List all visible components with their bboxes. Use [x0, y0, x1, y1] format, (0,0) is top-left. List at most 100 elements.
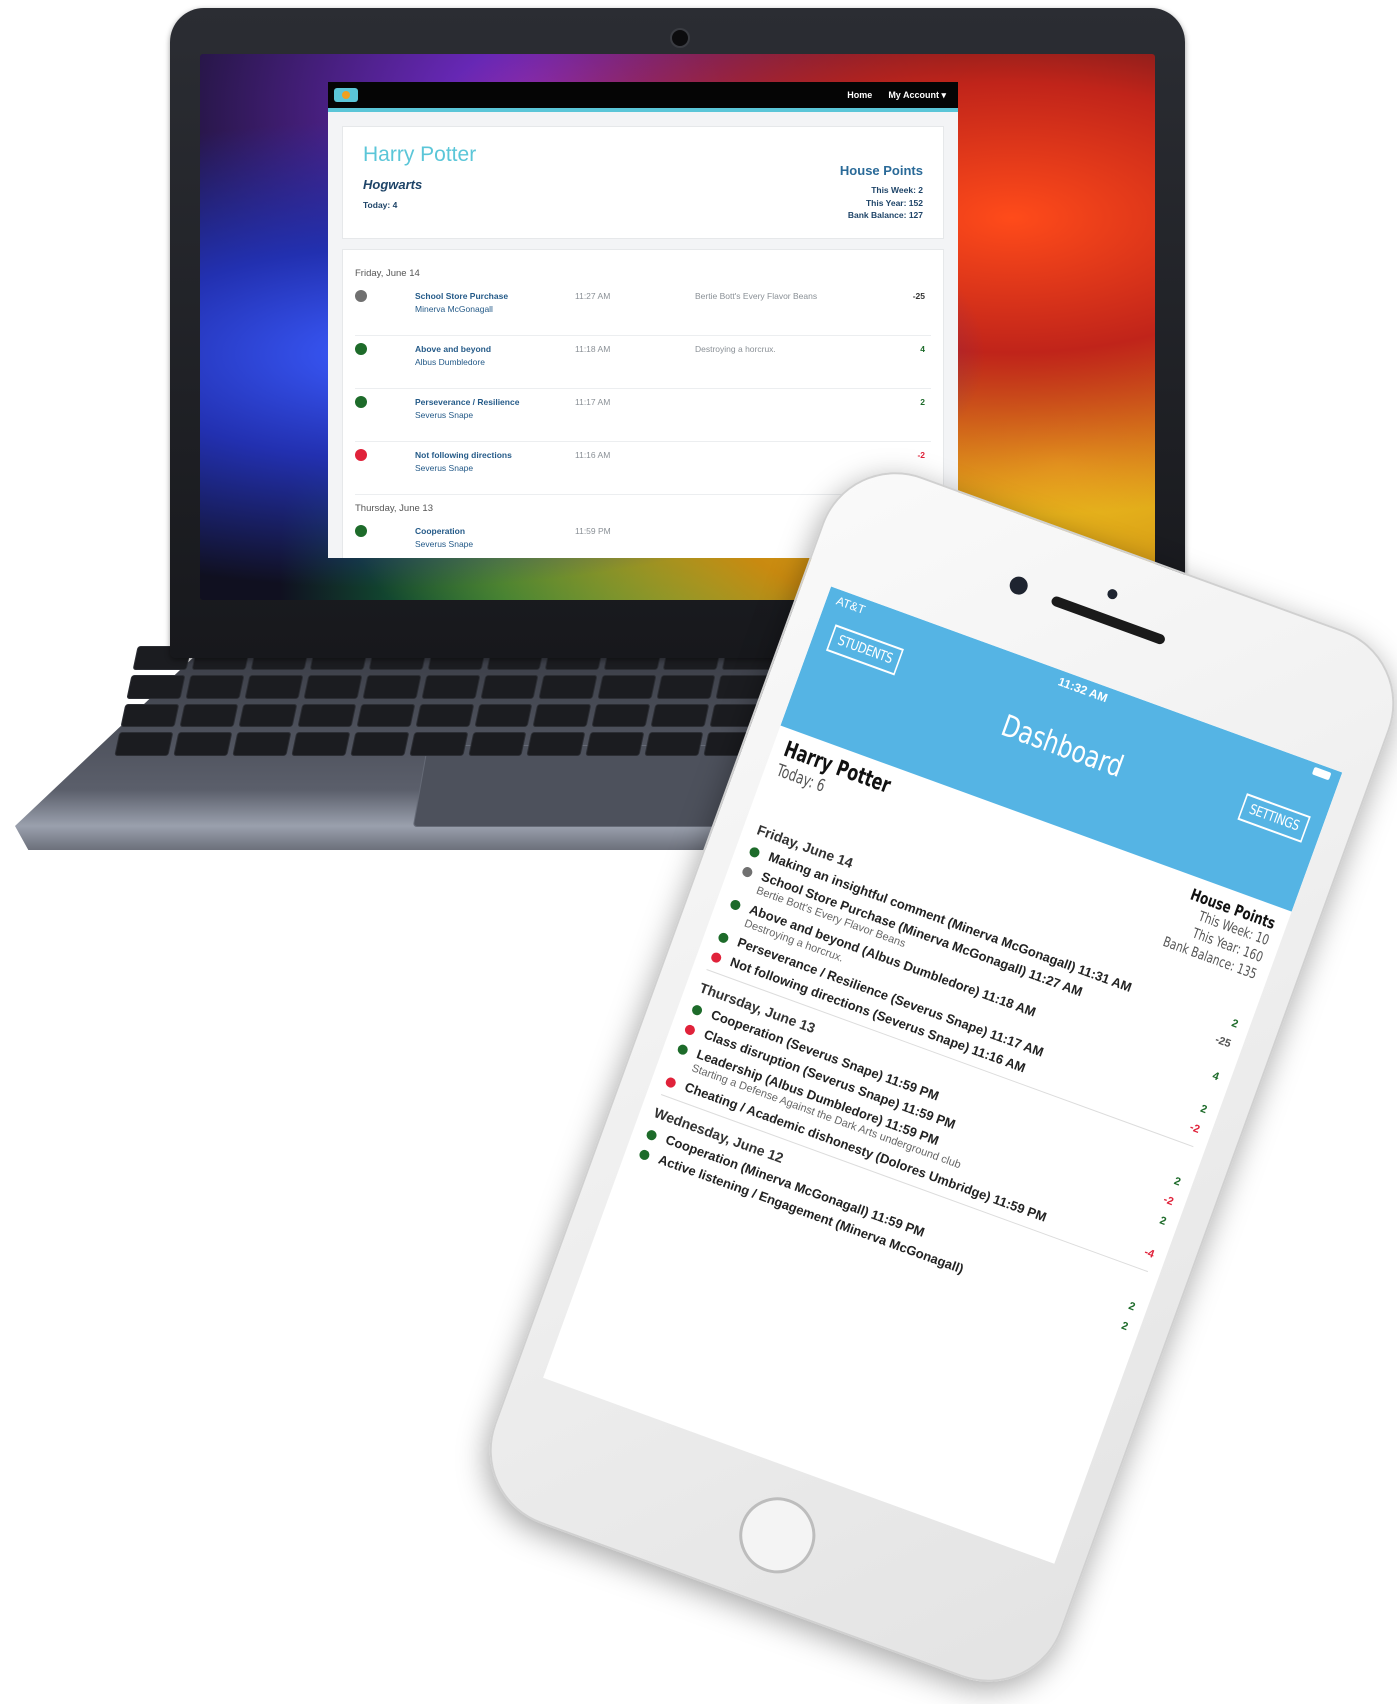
- bank-balance: Bank Balance: 127: [847, 210, 923, 220]
- keyboard-key: [350, 732, 409, 756]
- phone-feed-entry[interactable]: Active listening / Engagement (Minerva M…: [637, 1145, 1130, 1336]
- keyboard-key: [185, 674, 245, 699]
- status-dot-icon: [748, 845, 761, 859]
- top-navbar: Home My Account ▾: [328, 82, 958, 112]
- keyboard-key: [238, 703, 298, 728]
- status-dot-icon: [676, 1043, 690, 1057]
- student-name: Harry Potter: [363, 143, 477, 166]
- proximity-sensor-icon: [1106, 587, 1119, 601]
- teacher-name: Severus Snape: [415, 538, 474, 549]
- keyboard-key: [120, 703, 180, 728]
- entry-main: Perseverance / Resilience Severus Snape: [415, 397, 575, 420]
- phone-entry-points: -4: [1142, 1246, 1156, 1261]
- this-year-points: This Year: 152: [865, 197, 923, 208]
- status-dot-icon: [355, 524, 367, 537]
- keyboard-key: [650, 703, 710, 728]
- keyboard-key: [362, 674, 422, 699]
- entry-points: -2: [917, 449, 925, 460]
- status-dot-icon: [355, 448, 367, 461]
- keyboard-key: [244, 674, 304, 699]
- status-dot-icon: [664, 1076, 678, 1089]
- home-button[interactable]: [728, 1486, 827, 1585]
- keyboard-key: [644, 732, 704, 756]
- keyboard-key: [408, 732, 468, 756]
- today-points: Today: 4: [363, 200, 398, 210]
- keyboard-key: [356, 703, 416, 728]
- keyboard-key: [656, 674, 716, 699]
- keyboard-key: [303, 674, 363, 699]
- entry-points: 2: [920, 396, 925, 407]
- keyboard-key: [114, 732, 174, 756]
- keyboard-key: [297, 703, 357, 728]
- keyboard-key: [532, 703, 592, 728]
- status-dot-icon: [645, 1128, 658, 1142]
- keyboard-key: [291, 732, 351, 756]
- phone-entry-points: 2: [1172, 1175, 1183, 1189]
- keyboard-key: [232, 732, 292, 756]
- status-dot-icon: [717, 931, 730, 945]
- feed-entry[interactable]: Above and beyond Albus Dumbledore 11:18 AM…: [355, 338, 931, 389]
- nav-my-account-dropdown[interactable]: My Account ▾: [888, 90, 946, 101]
- entry-main: School Store Purchase Minerva McGonagall: [415, 291, 575, 314]
- app-logo-icon[interactable]: [334, 88, 358, 102]
- student-summary-card: Harry Potter Hogwarts Today: 4 House Poi…: [342, 126, 944, 239]
- front-camera-icon: [1007, 574, 1031, 598]
- status-dot-icon: [690, 1003, 704, 1017]
- nav-home-link[interactable]: Home: [847, 90, 872, 101]
- keyboard-key: [179, 703, 239, 728]
- keyboard-key: [126, 674, 186, 699]
- status-dot-icon: [355, 395, 367, 408]
- phone-entry-points: -2: [1161, 1193, 1176, 1209]
- behavior-label[interactable]: Not following directions: [415, 450, 575, 460]
- entry-main: Above and beyond Albus Dumbledore: [415, 344, 575, 367]
- school-name: Hogwarts: [363, 177, 423, 192]
- keyboard-key: [473, 703, 533, 728]
- entry-time: 11:18 AM: [575, 343, 611, 354]
- entry-points: -25: [912, 290, 925, 301]
- status-dot-icon: [709, 951, 723, 964]
- entry-main: Cooperation Severus Snape: [415, 526, 575, 549]
- feed-entry[interactable]: School Store Purchase Minerva McGonagall 1…: [355, 285, 931, 336]
- webcam-icon: [669, 28, 690, 48]
- date-header: Friday, June 14: [355, 267, 420, 279]
- phone-entry-points: 2: [1198, 1102, 1209, 1117]
- phone-entry-points: 2: [1157, 1214, 1168, 1228]
- behavior-label[interactable]: Cooperation: [415, 526, 575, 536]
- earpiece-speaker: [1050, 595, 1167, 646]
- feed-entry[interactable]: Not following directions Severus Snape 11:…: [355, 444, 931, 495]
- phone-entry-points: 2: [1119, 1319, 1130, 1334]
- keyboard-key: [173, 732, 233, 756]
- keyboard-key: [526, 732, 586, 756]
- keyboard-key: [539, 674, 599, 699]
- teacher-name: Severus Snape: [415, 409, 474, 420]
- phone-entry-points: -2: [1188, 1121, 1202, 1136]
- keyboard-key: [480, 674, 540, 699]
- status-dot-icon: [355, 289, 367, 302]
- keyboard-key: [585, 732, 645, 756]
- house-points-title: House Points: [839, 163, 923, 178]
- entry-note: Bertie Bott's Every Flavor Beans: [695, 290, 818, 301]
- status-dot-icon: [355, 342, 367, 355]
- behavior-label[interactable]: Above and beyond: [415, 344, 575, 354]
- entry-time: 11:27 AM: [575, 290, 611, 301]
- this-week-points: This Week: 2: [871, 185, 923, 195]
- status-dot-icon: [728, 898, 742, 912]
- entry-main: Not following directions Severus Snape: [415, 450, 575, 473]
- keyboard-key: [421, 674, 481, 699]
- status-dot-icon: [740, 865, 754, 879]
- behavior-label[interactable]: Perseverance / Resilience: [415, 397, 575, 407]
- entry-note: Destroying a horcrux.: [695, 343, 776, 354]
- feed-entry[interactable]: Perseverance / Resilience Severus Snape 11…: [355, 391, 931, 442]
- entry-points: 4: [920, 343, 925, 354]
- phone-entry-points: -25: [1213, 1033, 1233, 1051]
- keyboard-key: [415, 703, 475, 728]
- phone-entry-points: 2: [1229, 1017, 1240, 1031]
- status-dot-icon: [637, 1148, 651, 1162]
- teacher-name: Minerva McGonagall: [415, 303, 493, 314]
- behavior-label[interactable]: School Store Purchase: [415, 291, 575, 301]
- phone-entry-points: 2: [1126, 1300, 1137, 1314]
- entry-time: 11:59 PM: [575, 525, 611, 536]
- house-points-panel: House Points This Week: 2 This Year: 152…: [840, 143, 923, 222]
- teacher-name: Albus Dumbledore: [415, 356, 485, 367]
- phone-entry-points: 4: [1210, 1069, 1221, 1084]
